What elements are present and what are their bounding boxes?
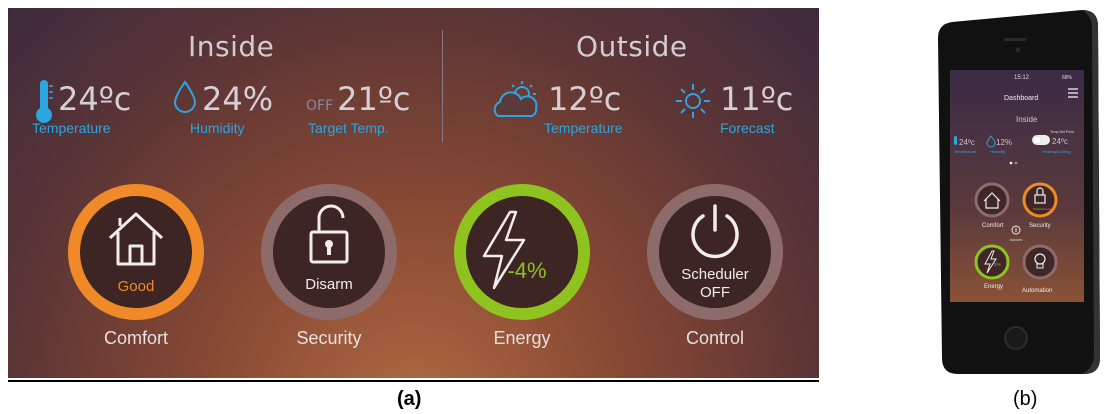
sun-icon: [676, 84, 710, 118]
comfort-button[interactable]: Good: [68, 184, 204, 320]
phone-setpoint: 24ºc: [1052, 137, 1068, 146]
control-label: Control: [685, 328, 745, 348]
inside-temperature: 24ºc Temperature: [30, 78, 150, 138]
energy-status: -4%: [507, 258, 547, 283]
forecast-value: 11ºc: [720, 80, 794, 118]
home-button[interactable]: [1004, 326, 1028, 350]
phone-security-sub: Partial Armed: [1033, 207, 1051, 211]
outside-temperature-value: 12ºc: [548, 80, 622, 118]
phone-humidity: 12%: [996, 138, 1012, 147]
phone-advices-label: Advices: [1010, 238, 1023, 242]
phone-automation-label: Automation: [1022, 288, 1052, 294]
inside-temperature-value: 24ºc: [58, 80, 132, 118]
control-button[interactable]: Scheduler OFF: [647, 184, 783, 320]
caption-b: (b): [1013, 388, 1038, 410]
comfort-status: Good: [117, 278, 155, 295]
caption-a: (a): [397, 388, 422, 410]
phone-humidity-label: Humidity: [990, 149, 1006, 154]
figure-baseline: [8, 380, 819, 382]
phone-thermometer-icon: [954, 136, 957, 145]
outside-title: Outside: [576, 30, 688, 63]
comfort-label: Comfort: [103, 328, 168, 348]
outside-forecast: 11ºc Forecast: [674, 78, 814, 138]
target-temp-label: Target Temp.: [308, 120, 389, 136]
inside-target-temp[interactable]: OFF 21ºc Target Temp.: [306, 78, 436, 138]
phone-energy-label: Energy: [984, 284, 1003, 290]
control-status-sub: OFF: [700, 284, 730, 301]
inside-title: Inside: [188, 30, 275, 63]
outside-temperature-label: Temperature: [544, 120, 623, 136]
phone-time: 15:12: [1014, 75, 1030, 81]
phone-battery: 68%: [1062, 75, 1073, 81]
house-icon: [108, 212, 164, 266]
control-status: Scheduler: [681, 266, 749, 283]
phone-setpoint-label: Temp Set Point: [1050, 130, 1074, 134]
energy-label: Energy: [493, 328, 551, 348]
thermometer-icon: [36, 80, 53, 123]
outside-temperature: 12ºc Temperature: [492, 78, 642, 138]
phone-mode-label: Heating/Cooling: [1042, 149, 1070, 154]
target-off-label[interactable]: OFF: [306, 98, 333, 114]
forecast-label: Forecast: [720, 120, 775, 136]
phone-mockup: 15:12 68% Dashboard Inside 24ºc Temperat…: [938, 10, 1100, 374]
inside-humidity: 24% Humidity: [168, 78, 288, 138]
phone-title: Dashboard: [1004, 95, 1038, 102]
phone-temp-label: Temperature: [954, 149, 977, 154]
speaker-grille: [1004, 38, 1026, 41]
dashboard-panel: Inside Outside 24ºc Temperature 24% Humi…: [8, 8, 819, 378]
water-drop-icon: [173, 80, 197, 113]
phone-comfort-label: Comfort: [982, 223, 1004, 229]
page-dot-2[interactable]: [1014, 161, 1018, 165]
target-temp-value: 21ºc: [337, 80, 411, 118]
security-button[interactable]: Disarm: [261, 184, 397, 320]
phone-security-label: Security: [1029, 223, 1051, 229]
unlocked-padlock-icon: [309, 204, 349, 264]
section-divider: [442, 30, 443, 142]
camera-icon: [1015, 47, 1021, 53]
inside-temperature-label: Temperature: [32, 120, 111, 136]
security-label: Security: [296, 328, 362, 348]
phone-temp: 24ºc: [959, 138, 975, 147]
security-status: Disarm: [305, 276, 353, 293]
partly-cloudy-icon: [493, 81, 538, 117]
page-dot-1[interactable]: [1009, 161, 1013, 165]
inside-humidity-label: Humidity: [190, 120, 245, 136]
power-icon: [691, 204, 739, 259]
energy-button[interactable]: -4%: [454, 184, 590, 320]
inside-humidity-value: 24%: [202, 80, 274, 118]
phone-energy-sub: 2%: [994, 262, 1001, 267]
phone-section-title: Inside: [1016, 115, 1038, 124]
